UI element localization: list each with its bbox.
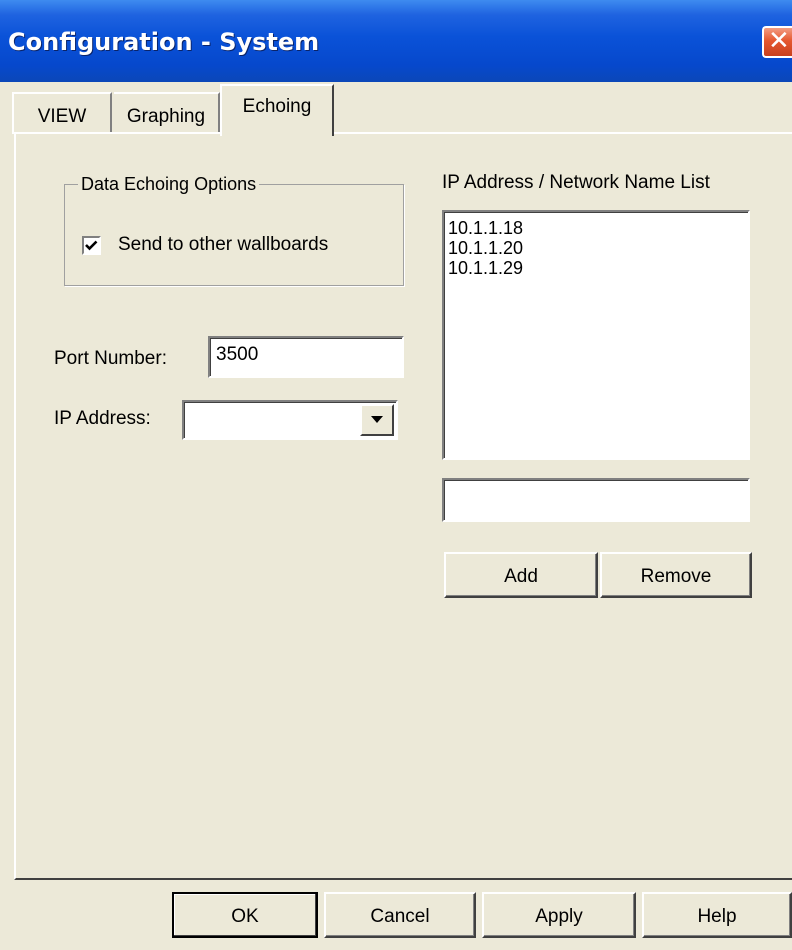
ok-button[interactable]: OK xyxy=(172,892,318,938)
list-item[interactable]: 10.1.1.29 xyxy=(448,258,748,278)
remove-button-label: Remove xyxy=(640,566,712,587)
port-number-label: Port Number: xyxy=(54,348,167,369)
new-address-input[interactable] xyxy=(442,478,750,522)
configuration-dialog: Configuration - System ✕ VIEW Graphing E… xyxy=(0,0,792,950)
apply-button-label: Apply xyxy=(535,906,583,927)
list-item[interactable]: 10.1.1.20 xyxy=(448,238,748,258)
add-button-label: Add xyxy=(504,566,538,587)
checkmark-icon xyxy=(85,240,98,251)
add-button[interactable]: Add xyxy=(444,552,598,598)
tab-view-label: VIEW xyxy=(37,106,87,127)
send-to-wallboards-checkbox[interactable] xyxy=(82,236,101,255)
tab-echoing-label: Echoing xyxy=(242,96,312,117)
help-button-label: Help xyxy=(697,906,737,927)
apply-button[interactable]: Apply xyxy=(482,892,636,938)
ip-address-combobox[interactable] xyxy=(182,400,398,440)
send-to-wallboards-label[interactable]: Send to other wallboards xyxy=(118,234,328,256)
group-label: Data Echoing Options xyxy=(78,174,260,195)
ok-button-label: OK xyxy=(231,906,259,927)
chevron-down-icon xyxy=(371,416,383,423)
help-button[interactable]: Help xyxy=(642,892,792,938)
ip-address-list[interactable]: 10.1.1.18 10.1.1.20 10.1.1.29 xyxy=(442,210,750,460)
tab-view[interactable]: VIEW xyxy=(12,92,112,134)
ip-list-label: IP Address / Network Name List xyxy=(442,172,710,193)
title-bar[interactable]: Configuration - System ✕ xyxy=(0,0,792,82)
tab-graphing[interactable]: Graphing xyxy=(114,92,220,134)
close-button[interactable]: ✕ xyxy=(762,26,792,58)
tab-echoing[interactable]: Echoing xyxy=(220,84,334,136)
tab-graphing-label: Graphing xyxy=(126,106,206,127)
list-item[interactable]: 10.1.1.18 xyxy=(448,218,748,238)
ip-address-label: IP Address: xyxy=(54,408,151,429)
close-icon: ✕ xyxy=(768,26,790,56)
window-title: Configuration - System xyxy=(8,28,320,56)
port-number-value: 3500 xyxy=(216,344,259,365)
cancel-button[interactable]: Cancel xyxy=(324,892,476,938)
cancel-button-label: Cancel xyxy=(370,906,430,927)
remove-button[interactable]: Remove xyxy=(600,552,752,598)
port-number-input[interactable]: 3500 xyxy=(208,336,404,378)
ip-address-dropdown-button[interactable] xyxy=(360,404,394,436)
